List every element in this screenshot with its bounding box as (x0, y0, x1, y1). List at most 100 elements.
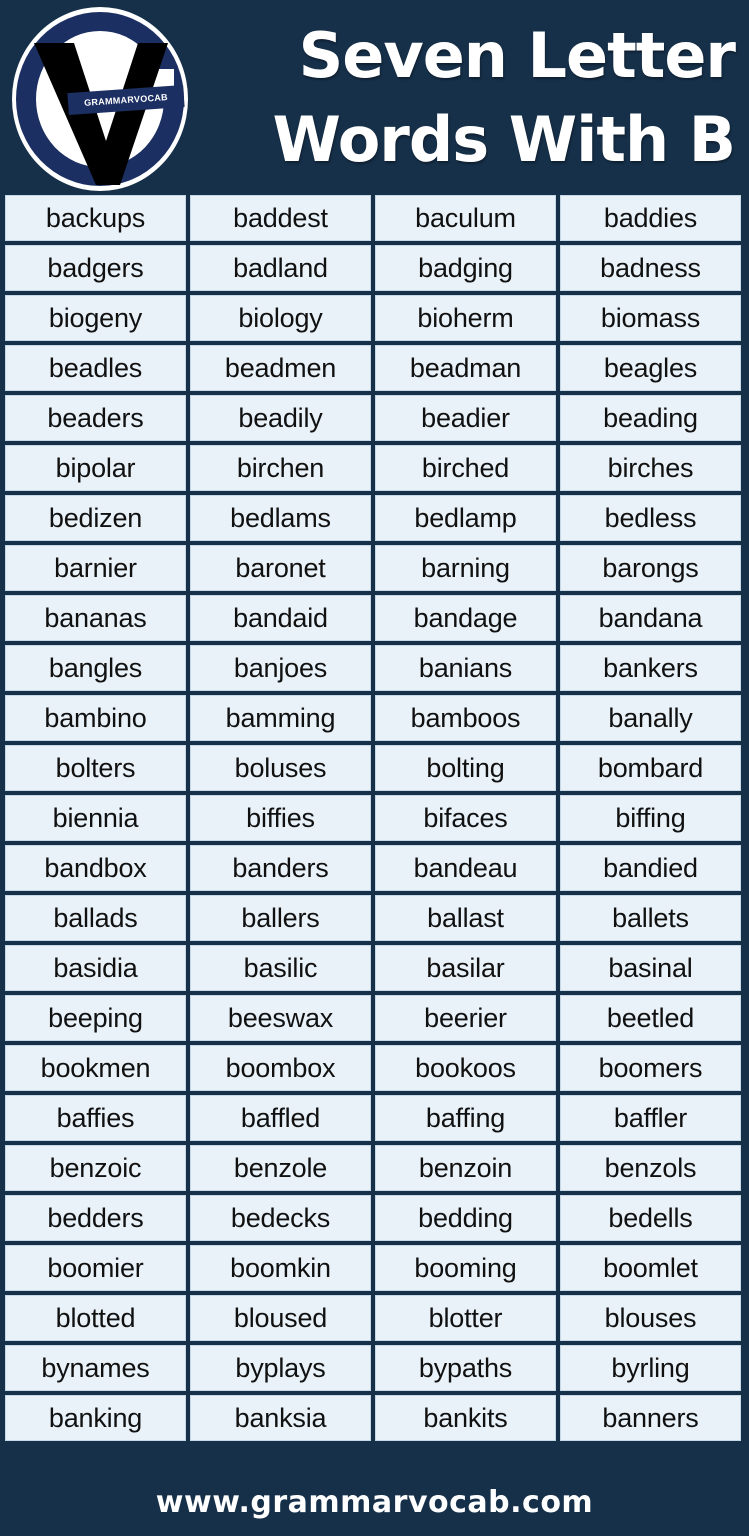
word-text: bedless (604, 503, 697, 533)
word-grid-area: backups baddest baculum baddies badgers badla… (0, 195, 749, 1468)
word-cell: badgers (5, 245, 186, 291)
word-cell: barnier (5, 545, 186, 591)
word-cell: badland (190, 245, 371, 291)
word-cell: benzoin (375, 1145, 556, 1191)
word-text: beeswax (227, 1003, 334, 1033)
word-cell: basinal (560, 945, 741, 991)
word-cell: bangles (5, 645, 186, 691)
word-text: bedders (47, 1203, 144, 1233)
word-text: bedecks (230, 1203, 331, 1233)
word-text: benzoin (418, 1153, 513, 1183)
poster-header: GRAMMARVOCAB Seven Letter Words With B (0, 0, 749, 195)
word-text: baddest (233, 203, 328, 233)
word-text: bamming (225, 703, 336, 733)
word-cell: baffler (560, 1095, 741, 1141)
word-text: beerier (424, 1003, 507, 1033)
poster-title: Seven Letter Words With B (188, 14, 749, 182)
word-text: banders (232, 853, 329, 883)
word-cell: bankits (375, 1395, 556, 1441)
word-text: backups (45, 203, 146, 233)
word-cell: bandage (375, 595, 556, 641)
word-cell: badging (375, 245, 556, 291)
word-cell: beadmen (190, 345, 371, 391)
word-text: bynames (41, 1353, 150, 1383)
logo-brand-text: GRAMMARVOCAB (83, 91, 169, 108)
word-cell: baddies (560, 195, 741, 241)
word-cell: beading (560, 395, 741, 441)
word-text: bambino (44, 703, 147, 733)
word-text: bandaid (233, 603, 328, 633)
word-cell: bookoos (375, 1045, 556, 1091)
word-text: bedlams (230, 503, 331, 533)
word-text: bandied (603, 853, 698, 883)
word-text: basilar (426, 953, 505, 983)
word-cell: bedecks (190, 1195, 371, 1241)
word-cell: bynames (5, 1345, 186, 1391)
word-text: banking (48, 1403, 143, 1433)
word-cell: booming (375, 1245, 556, 1291)
word-cell: banking (5, 1395, 186, 1441)
word-cell: baffing (375, 1095, 556, 1141)
word-cell: beadles (5, 345, 186, 391)
word-text: baculum (415, 203, 516, 233)
word-cell: barongs (560, 545, 741, 591)
word-cell: badness (560, 245, 741, 291)
word-text: bolters (55, 753, 136, 783)
word-text: bandana (598, 603, 703, 633)
word-text: birchen (236, 453, 325, 483)
word-cell: beagles (560, 345, 741, 391)
word-cell: bombard (560, 745, 741, 791)
word-text: beagles (603, 353, 698, 383)
word-text: bandbox (44, 853, 147, 883)
word-cell: boomkin (190, 1245, 371, 1291)
word-cell: biffing (560, 795, 741, 841)
word-grid: backups baddest baculum baddies badgers badla… (5, 195, 741, 1441)
word-text: benzole (233, 1153, 328, 1183)
word-text: basinal (608, 953, 693, 983)
word-cell: blouses (560, 1295, 741, 1341)
word-text: benzoic (49, 1153, 142, 1183)
word-cell: birched (375, 445, 556, 491)
word-cell: bookmen (5, 1045, 186, 1091)
word-text: bandage (413, 603, 518, 633)
word-text: blotted (55, 1303, 136, 1333)
word-cell: boomlet (560, 1245, 741, 1291)
word-text: bioherm (417, 303, 514, 333)
word-cell: baffies (5, 1095, 186, 1141)
word-text: bandeau (413, 853, 518, 883)
word-cell: beerier (375, 995, 556, 1041)
word-text: banally (608, 703, 693, 733)
word-cell: banally (560, 695, 741, 741)
word-text: ballets (612, 903, 689, 933)
word-cell: bedding (375, 1195, 556, 1241)
word-cell: beetled (560, 995, 741, 1041)
word-text: bookmen (40, 1053, 151, 1083)
word-text: boomkin (230, 1253, 331, 1283)
word-text: banjoes (233, 653, 328, 683)
word-text: badness (600, 253, 701, 283)
word-text: baffler (613, 1103, 688, 1133)
word-text: beadier (421, 403, 510, 433)
grammarvocab-logo: GRAMMARVOCAB (12, 6, 188, 191)
word-cell: bolters (5, 745, 186, 791)
word-cell: bedless (560, 495, 741, 541)
word-text: baronet (235, 553, 326, 583)
word-text: baffled (240, 1103, 321, 1133)
word-cell: bambino (5, 695, 186, 741)
word-cell: bandana (560, 595, 741, 641)
word-text: bypaths (418, 1353, 513, 1383)
word-cell: baculum (375, 195, 556, 241)
word-text: bedding (418, 1203, 513, 1233)
word-cell: bifaces (375, 795, 556, 841)
word-cell: ballets (560, 895, 741, 941)
word-cell: bedizen (5, 495, 186, 541)
word-text: basilic (243, 953, 318, 983)
word-text: bookoos (415, 1053, 516, 1083)
word-text: beadmen (224, 353, 337, 383)
word-cell: blotted (5, 1295, 186, 1341)
word-text: byplays (235, 1353, 326, 1383)
word-text: beaders (47, 403, 144, 433)
word-cell: barning (375, 545, 556, 591)
word-text: bangles (48, 653, 143, 683)
word-cell: bedlams (190, 495, 371, 541)
